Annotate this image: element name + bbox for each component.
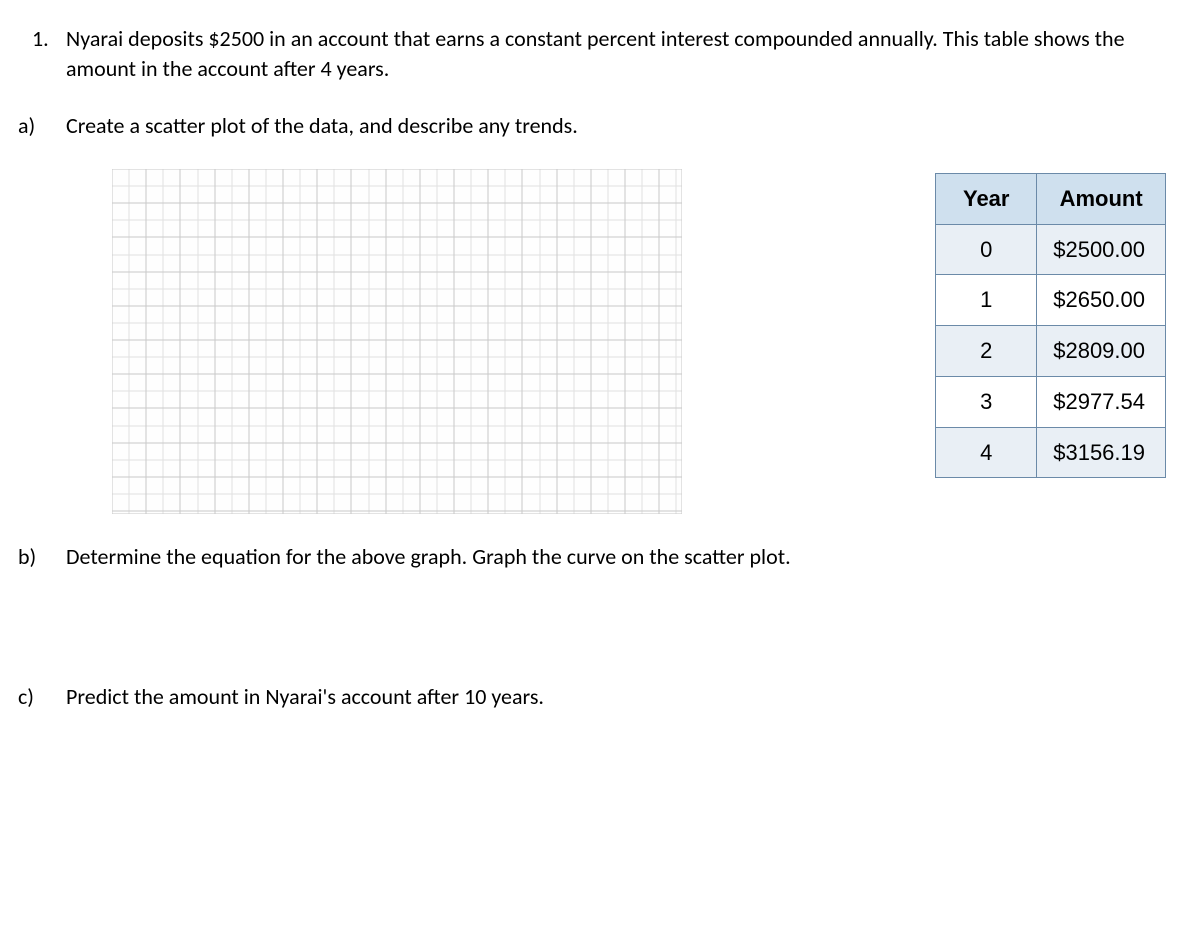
table-row: 0 $2500.00 [936, 224, 1166, 275]
cell-year: 2 [936, 326, 1037, 377]
cell-amount: $3156.19 [1037, 427, 1166, 478]
cell-amount: $2650.00 [1037, 275, 1166, 326]
table-row: 4 $3156.19 [936, 427, 1166, 478]
table-header-year: Year [936, 174, 1037, 225]
table-row: 3 $2977.54 [936, 376, 1166, 427]
table-header-amount: Amount [1037, 174, 1166, 225]
part-c-text: Predict the amount in Nyarai's account a… [66, 682, 1176, 712]
cell-amount: $2977.54 [1037, 376, 1166, 427]
part-b-marker: b) [18, 542, 66, 572]
table-row: 1 $2650.00 [936, 275, 1166, 326]
data-table: Year Amount 0 $2500.00 1 $2650.00 2 $280… [935, 173, 1166, 478]
graph-grid [112, 169, 682, 514]
cell-amount: $2809.00 [1037, 326, 1166, 377]
cell-year: 1 [936, 275, 1037, 326]
cell-year: 4 [936, 427, 1037, 478]
cell-amount: $2500.00 [1037, 224, 1166, 275]
cell-year: 0 [936, 224, 1037, 275]
part-a-text: Create a scatter plot of the data, and d… [66, 111, 1176, 141]
part-b-text: Determine the equation for the above gra… [66, 542, 1176, 572]
part-a-marker: a) [18, 111, 66, 141]
question-number: 1. [32, 24, 66, 54]
part-c-marker: c) [18, 682, 66, 712]
table-row: 2 $2809.00 [936, 326, 1166, 377]
question-text: Nyarai deposits $2500 in an account that… [66, 24, 1176, 83]
cell-year: 3 [936, 376, 1037, 427]
